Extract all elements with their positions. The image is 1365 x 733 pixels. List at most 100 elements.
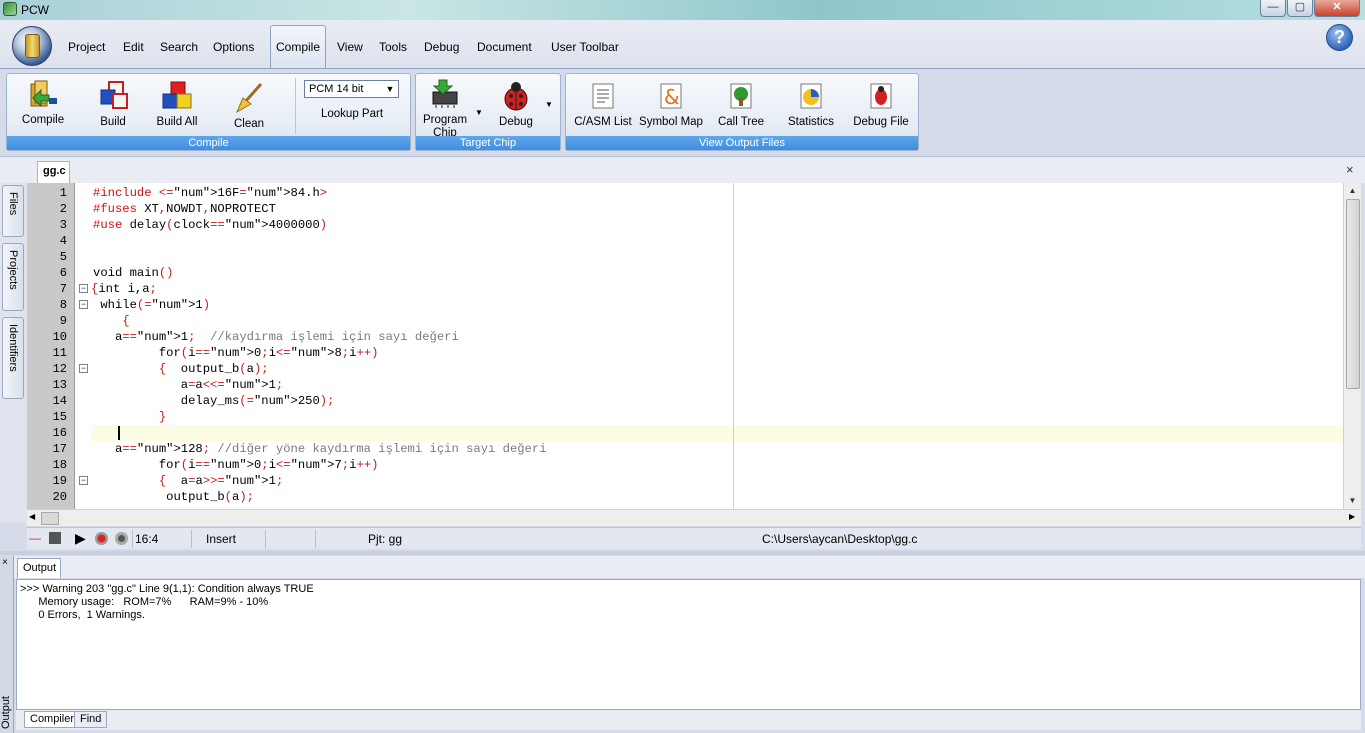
debug-label: Debug [499,116,533,128]
document-tab-bar: gg.c × [0,156,1365,183]
clean-button[interactable]: Clean [229,82,269,131]
chip-family-select[interactable]: PCM 14 bit ▼ [304,80,399,98]
line-number: 7 [59,282,67,296]
fold-toggle-icon[interactable]: − [79,476,88,485]
program-chip-button[interactable]: Program Chip [422,78,468,140]
fold-toggle-icon[interactable]: − [79,300,88,309]
program-chip-dropdown-icon[interactable]: ▼ [475,108,483,117]
debug-file-label: Debug File [853,116,909,128]
vertical-scrollbar[interactable]: ▲ ▼ [1343,183,1361,509]
fold-toggle-icon[interactable]: − [79,284,88,293]
minus-icon[interactable]: — [29,531,43,545]
menu-options[interactable]: Options [213,40,254,54]
sidebar-tab-identifiers[interactable]: Identifiers [2,317,24,399]
compile-label: Compile [21,114,65,126]
build-button[interactable]: Build [93,80,133,129]
sidebar-tab-projects[interactable]: Projects [2,243,24,311]
status-bar: — ▶ 16:4 Insert Pjt: gg C:\Users\aycan\D… [27,527,1361,549]
output-tab-bar: Output [14,556,1365,578]
tab-gg-c[interactable]: gg.c [37,161,70,183]
horizontal-scrollbar[interactable]: ◀ ▶ [27,509,1361,526]
casm-list-button[interactable]: C/ASM List [572,80,634,129]
save-macro-icon[interactable] [49,532,61,544]
close-output-icon[interactable]: × [2,557,8,568]
call-tree-button[interactable]: Call Tree [716,80,766,129]
casm-list-icon [587,80,619,112]
debug-file-button[interactable]: Debug File [850,80,912,129]
output-line: >>> Warning 203 "gg.c" Line 9(1,1): Cond… [20,583,314,595]
sidebar-tab-projects-label: Projects [7,250,19,290]
scroll-up-icon[interactable]: ▲ [1346,184,1359,197]
line-number: 5 [59,250,67,264]
line-number: 10 [52,330,67,344]
broom-icon [233,82,265,114]
code-line-1: #include <="num">16F="num">84.h> [93,186,328,200]
code-line-13: a=a<<="num">1; [93,378,284,392]
line-number: 18 [52,458,67,472]
svg-text:&: & [664,85,680,109]
statistics-button[interactable]: Statistics [784,80,838,129]
scroll-down-icon[interactable]: ▼ [1346,494,1359,507]
symbol-map-icon: & [655,80,687,112]
call-tree-label: Call Tree [717,116,765,128]
line-number: 3 [59,218,67,232]
right-margin-guide [733,183,734,509]
clean-label: Clean [233,118,265,130]
tab-output[interactable]: Output [17,558,61,578]
status-separator [191,530,192,548]
menu-debug[interactable]: Debug [424,40,459,54]
output-splitter[interactable] [0,551,1365,555]
menu-search[interactable]: Search [160,40,198,54]
tab-compiler[interactable]: Compiler [24,711,81,728]
build-all-button[interactable]: Build All [155,80,199,129]
menu-bar: Project Edit Search Options Compile View… [0,20,1365,72]
menu-document[interactable]: Document [477,40,532,54]
output-line: 0 Errors, 1 Warnings. [20,609,145,621]
tab-find[interactable]: Find [74,711,108,728]
stop-macro-icon[interactable] [115,532,128,545]
scroll-right-icon[interactable]: ▶ [1349,512,1355,521]
output-log[interactable]: >>> Warning 203 "gg.c" Line 9(1,1): Cond… [16,579,1361,710]
record-macro-icon[interactable] [95,532,108,545]
sidebar-tab-files[interactable]: Files [2,185,24,237]
code-line-18: for(i=="num">0;i<="num">7;i++) [93,458,379,472]
line-number: 8 [59,298,67,312]
menu-edit[interactable]: Edit [123,40,144,54]
minimize-button[interactable]: — [1260,0,1286,17]
status-separator [132,530,133,548]
code-line-17: a=="num">128; //diğer yöne kaydırma işle… [93,442,547,456]
close-window-button[interactable]: ✕ [1314,0,1360,17]
cursor-position: 16:4 [135,532,159,546]
file-path: C:\Users\aycan\Desktop\gg.c [762,532,918,546]
lookup-part-button[interactable]: Lookup Part [321,108,383,120]
code-line-8: while(="num">1) [93,298,211,312]
horizontal-scroll-thumb[interactable] [41,512,59,525]
application-menu-button[interactable] [12,26,52,66]
project-name: Pjt: gg [368,532,403,546]
line-number: 16 [52,426,67,440]
menu-user-toolbar[interactable]: User Toolbar [551,40,619,54]
maximize-button[interactable]: ▢ [1287,0,1313,17]
title-bar: PCW — ▢ ✕ [0,0,1365,20]
debug-button[interactable]: Debug [496,80,536,129]
play-macro-icon[interactable]: ▶ [75,531,89,545]
compile-button[interactable]: Compile [21,78,65,127]
line-number: 13 [52,378,67,392]
scroll-left-icon[interactable]: ◀ [29,512,35,521]
menu-project[interactable]: Project [68,40,105,54]
compile-icon [27,78,59,110]
application-orb-icon [25,34,40,58]
menu-tools[interactable]: Tools [379,40,407,54]
menu-compile[interactable]: Compile [276,40,320,54]
view-output-files-group-label: View Output Files [566,136,918,150]
menu-view[interactable]: View [337,40,363,54]
build-all-label: Build All [156,116,198,128]
help-button[interactable]: ? [1326,24,1353,51]
symbol-map-button[interactable]: & Symbol Map [638,80,704,129]
vertical-scroll-thumb[interactable] [1346,199,1360,389]
close-document-icon[interactable]: × [1346,162,1354,177]
output-bottom-tabs: Compiler Find [16,710,1361,730]
fold-toggle-icon[interactable]: − [79,364,88,373]
debug-dropdown-icon[interactable]: ▼ [545,100,553,109]
code-line-12: { output_b(a); [158,362,269,376]
